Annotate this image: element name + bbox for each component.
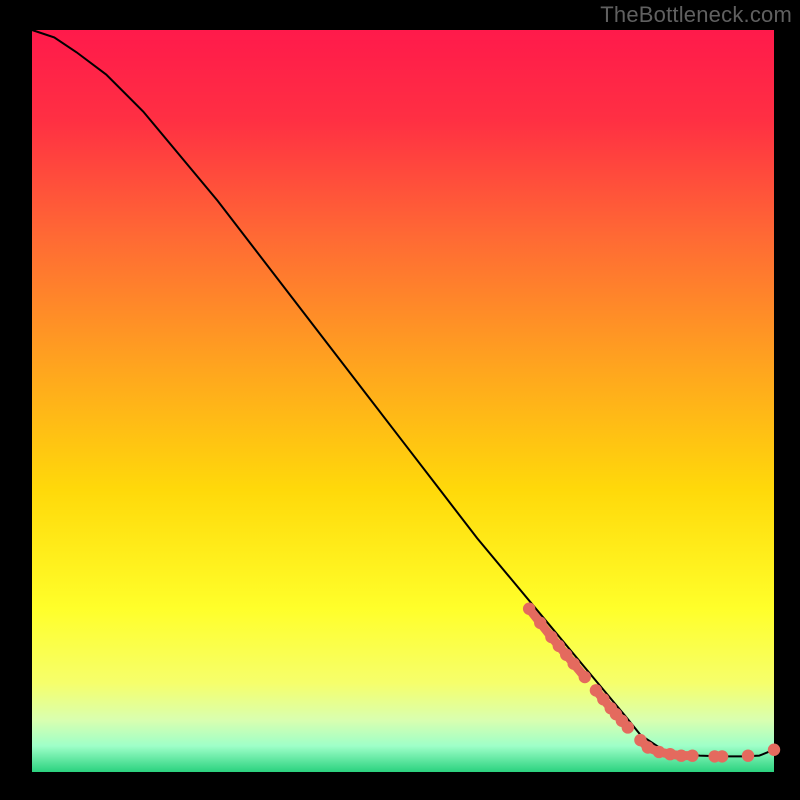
data-point bbox=[686, 749, 698, 761]
watermark-text: TheBottleneck.com bbox=[600, 2, 792, 28]
data-point bbox=[622, 721, 634, 733]
data-point bbox=[567, 657, 579, 669]
data-point bbox=[579, 671, 591, 683]
data-point bbox=[768, 744, 780, 756]
data-point bbox=[664, 748, 676, 760]
data-point bbox=[642, 741, 654, 753]
data-point bbox=[534, 617, 546, 629]
data-point bbox=[675, 749, 687, 761]
plot-background bbox=[32, 30, 774, 772]
data-point bbox=[742, 749, 754, 761]
bottleneck-curve-chart bbox=[0, 0, 800, 800]
chart-frame: TheBottleneck.com bbox=[0, 0, 800, 800]
data-point bbox=[653, 746, 665, 758]
data-point bbox=[716, 750, 728, 762]
data-point bbox=[523, 603, 535, 615]
